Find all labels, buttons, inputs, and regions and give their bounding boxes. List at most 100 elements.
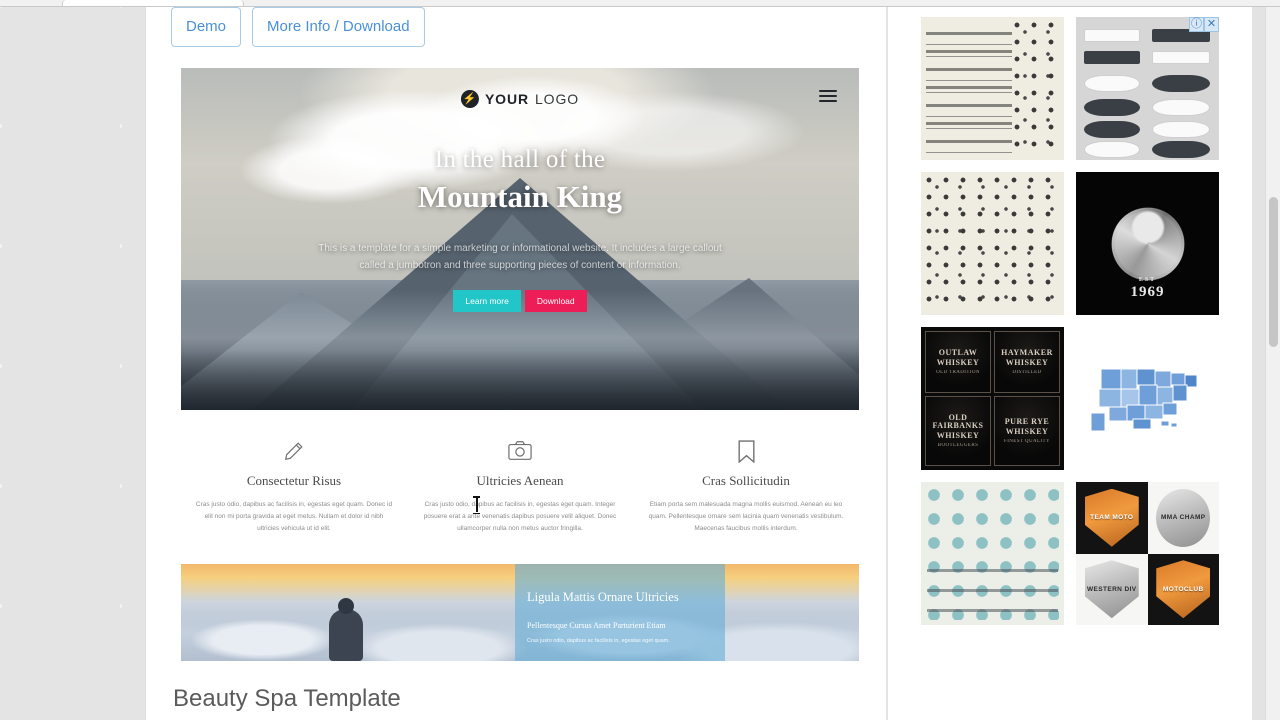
whiskey-top: OLD FAIRBANKS (932, 412, 984, 431)
ad-tile-usa-map-infographic[interactable] (1076, 327, 1219, 470)
demo-button[interactable]: Demo (171, 7, 242, 47)
whiskey-mid: WHISKEY (936, 431, 980, 441)
ribbon-shape (1152, 141, 1210, 158)
ad-tile-skull-piston-emblem[interactable]: EST 1969 (1076, 172, 1219, 315)
ad-tile-ribbon-banners-pack[interactable] (1076, 17, 1219, 160)
pencil-icon (195, 437, 393, 465)
crest-badge-icon: MOTOCLUB (1156, 560, 1211, 619)
feature-column: Cras Sollicitudin Etiam porta sem malesu… (633, 437, 859, 535)
ad-tile-arrows-icons-pack[interactable] (921, 482, 1064, 625)
hero-logo-light: LOGO (535, 91, 580, 107)
template-preview-hero[interactable]: ⚡ YOUR LOGO In the hall of the Mountain … (181, 68, 859, 410)
whiskey-mid: WHISKEY (1005, 427, 1049, 437)
whiskey-sub: OLD TRADITION (936, 369, 980, 375)
feature-column: Consectetur Risus Cras justo odio, dapib… (181, 437, 407, 535)
crest-label: MOTOCLUB (1162, 585, 1204, 593)
next-template-section: Beauty Spa Template This template is mad… (173, 685, 873, 720)
whiskey-mid: WHISKEY (936, 358, 980, 368)
page-title: Beauty Spa Template (173, 685, 401, 712)
hero-logo[interactable]: ⚡ YOUR LOGO (460, 90, 580, 108)
hero-logo-bold: YOUR (484, 91, 529, 107)
banner-person-silhouette (329, 598, 363, 661)
hamburger-bar (819, 90, 837, 92)
sticker-dots (925, 176, 1060, 311)
browser-chrome-strip (0, 0, 1280, 7)
crest-badge-icon: MMA CHAMP (1156, 488, 1211, 547)
hamburger-bar (819, 95, 837, 97)
skull-year-text: 1969 (1130, 284, 1165, 300)
hero-learn-more-button[interactable]: Learn more (453, 290, 521, 312)
feature-columns: Consectetur Risus Cras justo odio, dapib… (181, 437, 859, 535)
hero-lead-paragraph: This is a template for a simple marketin… (318, 243, 722, 271)
ad-tile-whiskey-labels-pack[interactable]: OUTLAW WHISKEY OLD TRADITION HAYMAKER WH… (921, 327, 1064, 470)
banner-body: Cras justo odio, dapibus ac facilisis in… (527, 637, 670, 644)
lightning-bolt-icon: ⚡ (460, 90, 479, 108)
hero-text-block: In the hall of the Mountain King This is… (181, 146, 859, 312)
ribbon-shape (1152, 51, 1210, 64)
browser-tab-stub[interactable] (62, 0, 244, 6)
skull-est-text: EST (1138, 277, 1157, 283)
hero-button-group: Learn more Download (181, 290, 859, 312)
whiskey-label: OUTLAW WHISKEY OLD TRADITION (925, 331, 991, 393)
close-icon[interactable]: ✕ (1204, 17, 1219, 32)
banner-text-overlay: Ligula Mattis Ornare Ultricies Pellentes… (515, 564, 725, 661)
camera-icon (421, 437, 619, 465)
whiskey-sub: BOOTLEGGERS (937, 442, 979, 448)
template-preview-banner[interactable]: Ligula Mattis Ornare Ultricies Pellentes… (181, 564, 859, 661)
ad-tile-arrows-labels-pack[interactable] (921, 172, 1064, 315)
feature-title: Consectetur Risus (246, 473, 342, 488)
action-button-row: Demo More Info / Download (171, 7, 425, 47)
feature-title: Ultricies Aenean (476, 473, 564, 488)
crest-label: MMA CHAMP (1160, 514, 1206, 522)
ad-tile-hipster-badges-pack[interactable] (921, 17, 1064, 160)
ribbon-shape (1152, 75, 1210, 92)
arrow-banner-bars (927, 557, 1058, 617)
banner-subtitle: Pellentesque Cursus Amet Parturient Etia… (527, 620, 666, 630)
hero-bottom-shade (181, 350, 859, 410)
banner-title: Ligula Mattis Ornare Ultricies (527, 590, 679, 604)
more-info-download-button[interactable]: More Info / Download (252, 7, 425, 47)
vertical-scrollbar[interactable] (1265, 7, 1280, 720)
crest-cell: MOTOCLUB (1147, 553, 1219, 625)
whiskey-sub: FINEST QUALITY (1004, 438, 1050, 444)
crest-badge-icon: TEAM MOTO (1084, 488, 1139, 547)
bookmark-icon (647, 437, 845, 465)
sidebar-ad-column: ⓘ ✕ EST 1969 OUTLAW WHISKEY OLD TRADITIO… (888, 7, 1252, 720)
ad-unit: ⓘ ✕ EST 1969 OUTLAW WHISKEY OLD TRADITIO… (921, 17, 1219, 625)
whiskey-top: OUTLAW (938, 347, 978, 357)
screenshot-root: Demo More Info / Download ⚡ YOUR LOGO In… (0, 0, 1280, 720)
hero-subtitle: In the hall of the (434, 146, 606, 173)
crest-label: TEAM MOTO (1090, 514, 1134, 522)
ad-choices-controls: ⓘ ✕ (1189, 17, 1219, 32)
whiskey-mid: WHISKEY (1005, 358, 1049, 368)
sticker-bars (926, 23, 1012, 154)
ribbon-shape (1084, 141, 1140, 158)
ribbon-shape (1152, 121, 1210, 138)
crest-cell: WESTERN DIV (1076, 553, 1148, 625)
crest-badge-icon: WESTERN DIV (1084, 560, 1139, 619)
ribbon-shape (1084, 75, 1140, 92)
ribbon-shape (1084, 29, 1140, 42)
feature-column: Ultricies Aenean Cras justo odio, dapibu… (407, 437, 633, 535)
whiskey-top: HAYMAKER (1001, 347, 1053, 357)
crest-cell: TEAM MOTO (1076, 482, 1148, 554)
hamburger-menu-icon[interactable] (819, 90, 837, 102)
hero-title: Mountain King (417, 179, 623, 214)
hamburger-bar (819, 100, 837, 102)
main-content-column: Demo More Info / Download ⚡ YOUR LOGO In… (145, 7, 887, 720)
ad-thumbnail-grid: EST 1969 OUTLAW WHISKEY OLD TRADITION HA… (921, 17, 1219, 625)
crest-cell: MMA CHAMP (1147, 482, 1219, 554)
info-icon[interactable]: ⓘ (1189, 17, 1204, 32)
whiskey-label: OLD FAIRBANKS WHISKEY BOOTLEGGERS (925, 395, 991, 466)
whiskey-sub: DISTILLED (1012, 369, 1042, 375)
feature-title: Cras Sollicitudin (702, 473, 790, 488)
hero-download-button[interactable]: Download (524, 290, 587, 312)
scrollbar-thumb[interactable] (1269, 197, 1278, 347)
feature-body: Etiam porta sem malesuada magna mollis e… (648, 501, 844, 533)
whiskey-label: HAYMAKER WHISKEY DISTILLED (994, 331, 1060, 393)
ribbon-shape (1152, 99, 1210, 116)
ad-tile-sport-crest-badges[interactable]: TEAM MOTO MMA CHAMP WESTERN DIV MOTOCLUB (1076, 482, 1219, 625)
text-cursor (473, 496, 480, 514)
ribbon-shape (1084, 99, 1140, 116)
feature-body: Cras justo odio, dapibus ac facilisis in… (195, 501, 393, 533)
